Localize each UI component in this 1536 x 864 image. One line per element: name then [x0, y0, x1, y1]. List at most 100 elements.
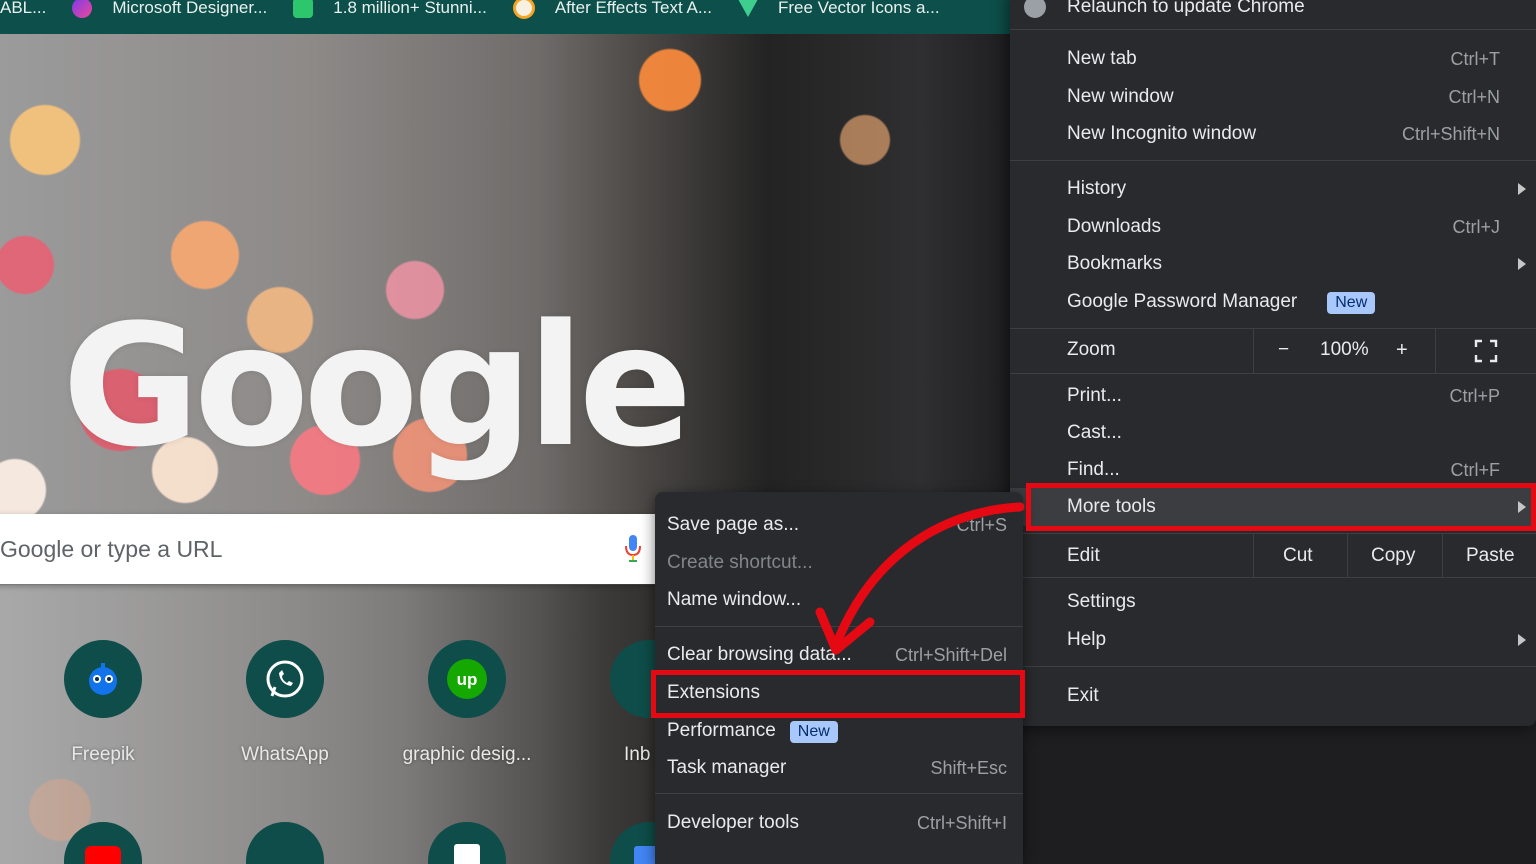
new-badge: New: [1327, 291, 1376, 314]
menu-item-cast[interactable]: Cast...: [1010, 414, 1536, 452]
menu-item-exit[interactable]: Exit: [1010, 677, 1536, 715]
menu-item-new-window[interactable]: New window Ctrl+N: [1010, 78, 1536, 116]
copy-button[interactable]: Copy: [1371, 545, 1415, 567]
bookmark-item[interactable]: Free Vector Icons a...: [738, 0, 940, 18]
update-icon: [1024, 0, 1046, 18]
bookmark-item[interactable]: After Effects Text A...: [512, 0, 712, 19]
microphone-icon[interactable]: [624, 534, 642, 564]
menu-item-password-manager[interactable]: Google Password Manager New: [1010, 283, 1536, 321]
divider: [1010, 666, 1536, 667]
menu-item-edit: Edit Cut Copy Paste: [1010, 537, 1536, 575]
after-effects-icon: [512, 0, 535, 19]
cut-button[interactable]: Cut: [1283, 545, 1313, 567]
google-logo: Google: [62, 288, 693, 484]
divider: [1010, 577, 1536, 578]
menu-item-label: Task manager: [667, 757, 787, 778]
divider: [1010, 533, 1536, 534]
chevron-right-icon: [1518, 258, 1526, 270]
shortcut-label: Freepik: [71, 744, 135, 765]
shortcut-label: WhatsApp: [241, 744, 329, 765]
menu-item-history[interactable]: History: [1010, 170, 1536, 208]
menu-item-downloads[interactable]: Downloads Ctrl+J: [1010, 208, 1536, 246]
menu-item-developer-tools[interactable]: Developer tools Ctrl+Shift+I: [655, 805, 1023, 841]
menu-item-clear-browsing-data[interactable]: Clear browsing data... Ctrl+Shift+Del: [655, 637, 1023, 673]
divider: [1347, 533, 1348, 577]
search-input[interactable]: Google or type a URL: [0, 536, 222, 563]
menu-item-label: Find...: [1067, 459, 1120, 480]
shortcut-text: Ctrl+Shift+I: [916, 812, 1007, 833]
bookmark-label: 1.8 million+ Stunni...: [333, 0, 487, 17]
menu-item-name-window[interactable]: Name window...: [655, 582, 1023, 618]
menu-item-label: Create shortcut...: [667, 552, 813, 573]
shortcut-text: Ctrl+T: [1450, 48, 1501, 69]
extensions-highlight: [651, 670, 1025, 718]
menu-item-label: New Incognito window: [1067, 123, 1257, 144]
search-box[interactable]: Google or type a URL: [0, 514, 670, 584]
menu-item-create-shortcut[interactable]: Create shortcut...: [655, 545, 1023, 581]
menu-item-print[interactable]: Print... Ctrl+P: [1010, 377, 1536, 415]
shortcut-freepik[interactable]: Freepik: [28, 640, 178, 766]
designer-icon: [72, 0, 93, 18]
bookmark-item[interactable]: ABL...: [0, 0, 46, 18]
bookmark-label: Microsoft Designer...: [112, 0, 268, 17]
divider: [1442, 533, 1443, 577]
menu-item-label: Developer tools: [667, 812, 800, 833]
shortcut-label: graphic desig...: [402, 744, 532, 765]
menu-item-label: Name window...: [667, 589, 802, 610]
shortcut-text: Ctrl+Shift+N: [1401, 123, 1500, 144]
menu-item-label: Settings: [1067, 591, 1136, 612]
shortcut-text: Ctrl+N: [1448, 86, 1500, 107]
bookmark-label: Free Vector Icons a...: [778, 0, 940, 17]
menu-item-new-incognito[interactable]: New Incognito window Ctrl+Shift+N: [1010, 115, 1536, 153]
flaticon-icon: [738, 0, 758, 17]
chevron-right-icon: [1518, 634, 1526, 646]
menu-item-performance[interactable]: Performance New: [655, 713, 1023, 749]
menu-item-label: Bookmarks: [1067, 253, 1163, 274]
bookmark-label: ABL...: [0, 0, 47, 17]
bookmarks-bar: ABL... Microsoft Designer... 1.8 million…: [0, 0, 1010, 34]
menu-item-zoom: Zoom − 100% +: [1010, 331, 1536, 369]
menu-item-label: Cast...: [1067, 422, 1122, 443]
fullscreen-icon[interactable]: [1474, 339, 1498, 363]
zoom-out-button[interactable]: −: [1278, 339, 1289, 361]
divider: [1010, 160, 1536, 161]
bookmark-item[interactable]: 1.8 million+ Stunni...: [293, 0, 487, 18]
more-tools-highlight: [1026, 483, 1536, 531]
shortcut-upwork[interactable]: up graphic desig...: [392, 640, 542, 766]
zoom-level: 100%: [1320, 339, 1369, 360]
password-manager-label: Google Password Manager: [1067, 290, 1298, 312]
shortcut-text: Ctrl+J: [1452, 216, 1500, 237]
divider: [1010, 29, 1536, 30]
menu-item-label: Print...: [1067, 385, 1122, 406]
new-badge: New: [789, 720, 838, 743]
divider: [655, 626, 1023, 627]
paste-button[interactable]: Paste: [1466, 545, 1515, 567]
relaunch-label: Relaunch to update Chrome: [1067, 0, 1305, 17]
menu-item-label: History: [1067, 178, 1127, 199]
menu-item-label: Google Password Manager New: [1067, 290, 1376, 314]
pixabay-icon: [293, 0, 314, 18]
zoom-in-button[interactable]: +: [1396, 339, 1408, 362]
shortcut-text: Ctrl+Shift+Del: [894, 644, 1007, 665]
divider: [1010, 328, 1536, 329]
menu-item-new-tab[interactable]: New tab Ctrl+T: [1010, 40, 1536, 78]
menu-item-label: Zoom: [1067, 339, 1116, 360]
menu-item-bookmarks[interactable]: Bookmarks: [1010, 245, 1536, 283]
menu-item-label: Exit: [1067, 685, 1099, 706]
chrome-main-menu: Relaunch to update Chrome New tab Ctrl+T…: [1010, 0, 1536, 726]
relaunch-item[interactable]: Relaunch to update Chrome: [1010, 0, 1536, 26]
menu-item-label: Help: [1067, 629, 1107, 650]
chevron-right-icon: [1518, 183, 1526, 195]
menu-item-settings[interactable]: Settings: [1010, 583, 1536, 621]
bookmark-item[interactable]: Microsoft Designer...: [72, 0, 267, 18]
menu-item-save-page[interactable]: Save page as... Ctrl+S: [655, 507, 1023, 543]
shortcut-text: Ctrl+F: [1450, 459, 1501, 480]
menu-item-label: Performance New: [667, 720, 838, 743]
shortcut-text: Ctrl+S: [956, 514, 1007, 535]
shortcut-whatsapp[interactable]: WhatsApp: [210, 640, 360, 766]
menu-item-label: Save page as...: [667, 514, 800, 535]
performance-label: Performance: [667, 719, 776, 741]
shortcut-text: Ctrl+P: [1449, 385, 1500, 406]
menu-item-task-manager[interactable]: Task manager Shift+Esc: [655, 750, 1023, 786]
menu-item-help[interactable]: Help: [1010, 621, 1536, 659]
